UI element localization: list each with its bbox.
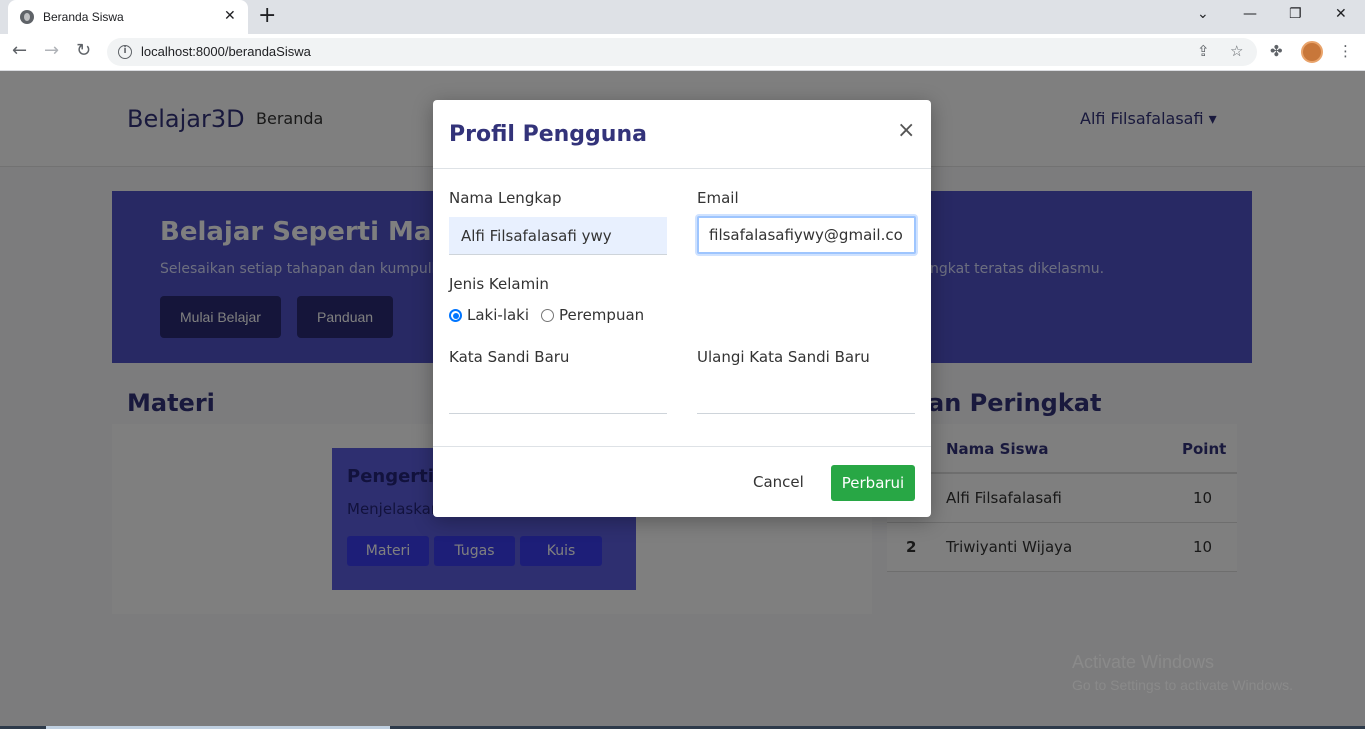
- share-icon[interactable]: ⇪: [1197, 42, 1210, 60]
- tab-title: Beranda Siswa: [43, 10, 124, 24]
- minimize-button[interactable]: —: [1243, 6, 1257, 22]
- extensions-icon[interactable]: ✤: [1270, 42, 1283, 60]
- cancel-button[interactable]: Cancel: [753, 473, 804, 491]
- browser-toolbar: ← → ↻ i localhost:8000/berandaSiswa ⇪ ☆ …: [0, 34, 1365, 71]
- browser-tab[interactable]: Beranda Siswa ✕: [8, 0, 248, 34]
- url-text[interactable]: localhost:8000/berandaSiswa: [141, 44, 311, 59]
- modal-title: Profil Pengguna: [449, 122, 647, 147]
- gender-label: Jenis Kelamin: [449, 275, 549, 293]
- profile-avatar[interactable]: [1301, 41, 1323, 63]
- address-bar[interactable]: i localhost:8000/berandaSiswa ⇪ ☆: [107, 38, 1257, 66]
- close-icon[interactable]: ×: [897, 118, 915, 144]
- email-field[interactable]: [697, 216, 916, 254]
- new-password-label: Kata Sandi Baru: [449, 348, 570, 366]
- modal-footer: Cancel Perbarui: [433, 446, 931, 517]
- gender-male-radio[interactable]: [449, 309, 462, 322]
- email-label: Email: [697, 189, 739, 207]
- tab-strip: Beranda Siswa ✕ + ⌄ — ❐ ✕: [0, 0, 1365, 34]
- restore-button[interactable]: ❐: [1289, 6, 1302, 22]
- star-icon[interactable]: ☆: [1230, 42, 1243, 60]
- gender-female-radio[interactable]: [541, 309, 554, 322]
- forward-button[interactable]: →: [44, 40, 59, 62]
- tab-search-icon[interactable]: ⌄: [1197, 6, 1209, 22]
- gender-female-label[interactable]: Perempuan: [559, 306, 644, 324]
- reload-button[interactable]: ↻: [76, 40, 91, 62]
- browser-menu-icon[interactable]: ⋮: [1338, 42, 1353, 60]
- tab-close-icon[interactable]: ✕: [224, 8, 236, 24]
- modal-header: Profil Pengguna ×: [433, 100, 931, 169]
- profile-modal: Profil Pengguna × Nama Lengkap Email Jen…: [433, 100, 931, 517]
- activate-windows-hint: Go to Settings to activate Windows.: [1072, 677, 1293, 693]
- gender-male-label[interactable]: Laki-laki: [467, 306, 529, 324]
- repeat-password-field[interactable]: [697, 376, 915, 414]
- repeat-password-label: Ulangi Kata Sandi Baru: [697, 348, 870, 366]
- new-tab-button[interactable]: +: [258, 4, 276, 28]
- name-field[interactable]: [449, 217, 667, 255]
- globe-icon: [20, 10, 34, 24]
- name-label: Nama Lengkap: [449, 189, 562, 207]
- update-button[interactable]: Perbarui: [831, 465, 915, 501]
- activate-windows-title: Activate Windows: [1072, 652, 1215, 672]
- info-icon[interactable]: i: [118, 45, 132, 59]
- back-button[interactable]: ←: [12, 40, 27, 62]
- window-close-button[interactable]: ✕: [1335, 6, 1347, 22]
- new-password-field[interactable]: [449, 376, 667, 414]
